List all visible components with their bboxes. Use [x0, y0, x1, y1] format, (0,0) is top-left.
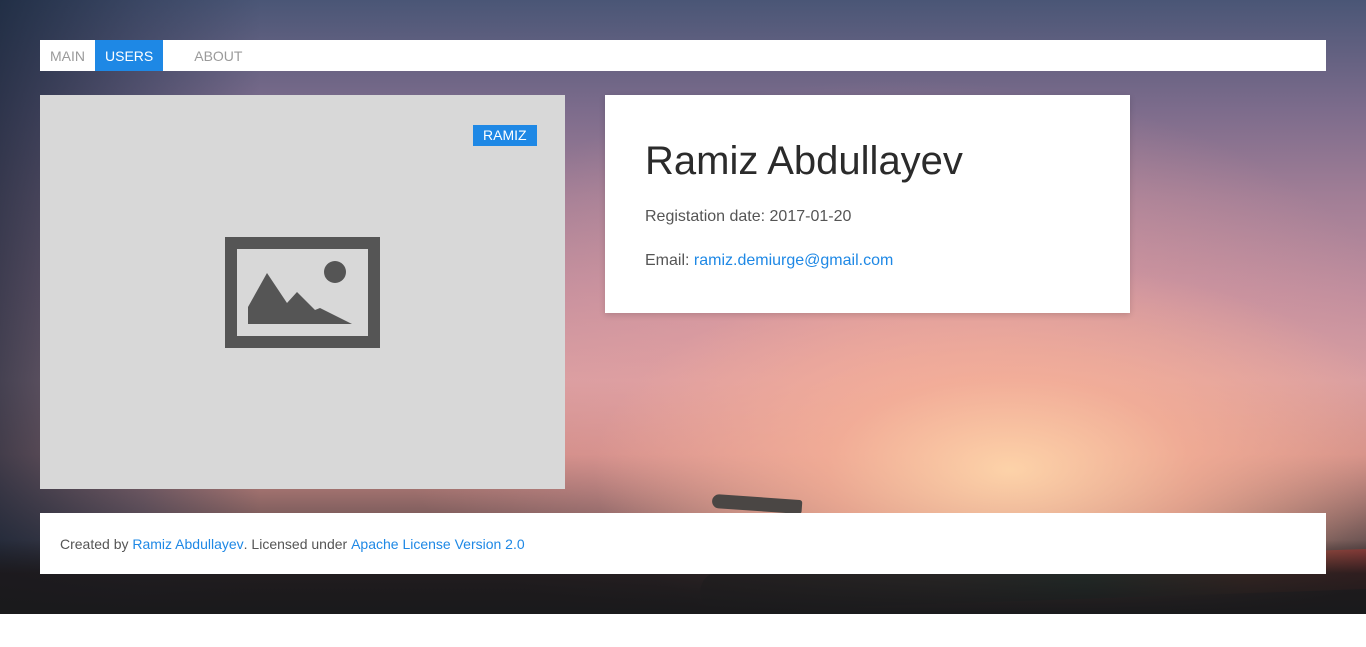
user-info-card: Ramiz Abdullayev Registation date: 2017-…	[605, 95, 1130, 313]
footer-created-by: Created by	[60, 535, 129, 552]
email-label: Email:	[645, 252, 690, 269]
user-photo-card: RAMIZ	[40, 95, 565, 489]
image-placeholder-icon	[225, 237, 380, 348]
top-navbar: MAIN USERS ABOUT	[40, 40, 1326, 71]
footer-author-link[interactable]: Ramiz Abdullayev	[132, 536, 243, 552]
email-link[interactable]: ramiz.demiurge@gmail.com	[694, 252, 893, 269]
page-footer: Created by Ramiz Abdullayev. Licensed un…	[40, 513, 1326, 574]
user-badge: RAMIZ	[473, 125, 537, 146]
nav-item-users[interactable]: USERS	[95, 40, 164, 71]
registration-row: Registation date: 2017-01-20	[645, 207, 1090, 227]
nav-item-about[interactable]: ABOUT	[163, 40, 252, 71]
email-row: Email: ramiz.demiurge@gmail.com	[645, 251, 1090, 271]
footer-licensed-text: . Licensed under	[243, 535, 348, 552]
registration-date: 2017-01-20	[769, 208, 852, 225]
footer-license-link[interactable]: Apache License Version 2.0	[351, 536, 525, 552]
nav-item-main[interactable]: MAIN	[40, 40, 95, 71]
user-name-heading: Ramiz Abdullayev	[645, 139, 963, 183]
background-object	[711, 493, 803, 515]
registration-label: Registation date:	[645, 208, 766, 225]
